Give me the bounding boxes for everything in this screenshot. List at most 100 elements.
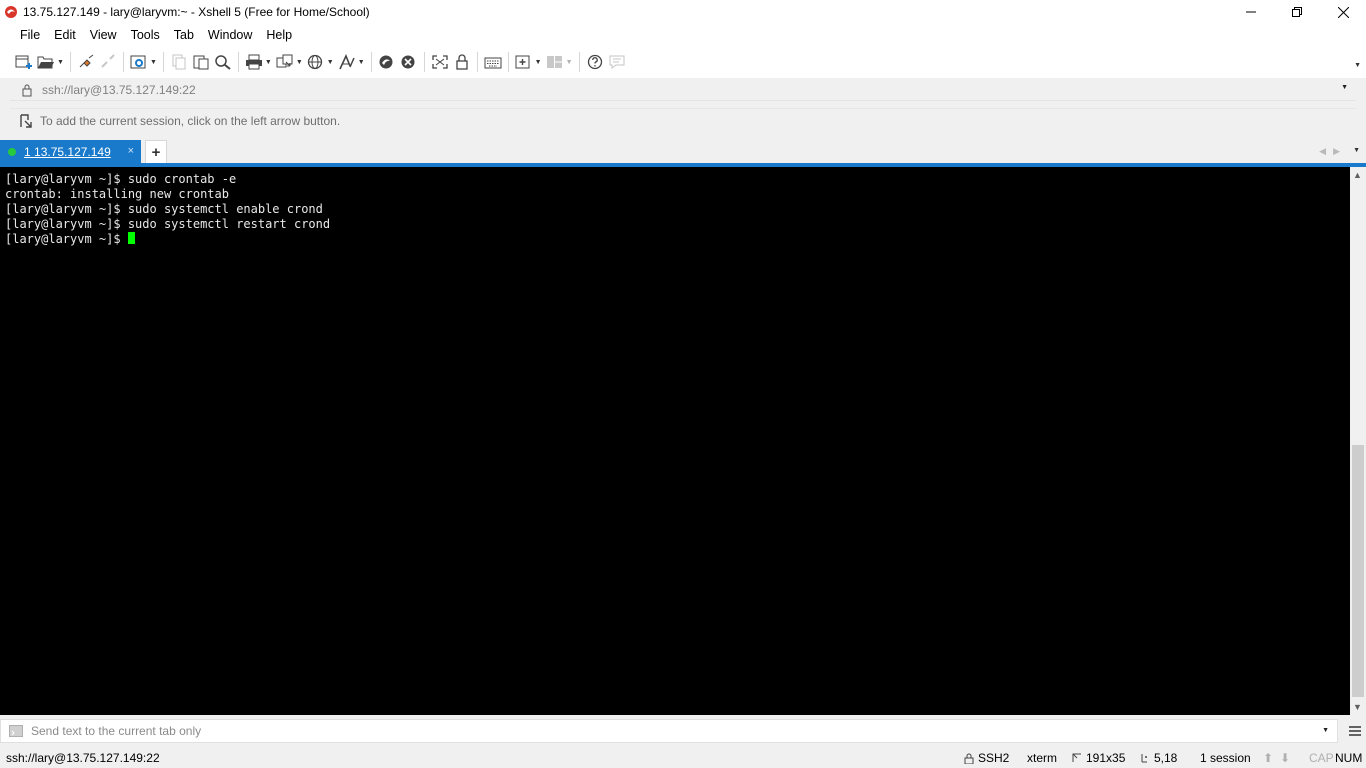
address-text: ssh://lary@13.75.127.149:22	[42, 82, 196, 97]
close-window-button[interactable]	[1320, 0, 1366, 24]
chevron-down-icon[interactable]: ▼	[1341, 84, 1348, 91]
help-button[interactable]	[586, 50, 604, 74]
session-prev-icon[interactable]: ⬆	[1263, 751, 1273, 765]
xmanager-button[interactable]	[400, 50, 418, 74]
window-title: 13.75.127.149 - lary@laryvm:~ - Xshell 5…	[23, 5, 370, 19]
encoding-button[interactable]: ▼	[307, 50, 334, 74]
tab-scroll-right-icon[interactable]: ▶	[1333, 146, 1340, 157]
address-bar[interactable]: ssh://lary@13.75.127.149:22 ▼	[10, 79, 1356, 101]
chevron-down-icon: ▼	[264, 58, 272, 66]
chat-button[interactable]	[608, 50, 626, 74]
session-next-icon[interactable]: ⬇	[1280, 751, 1290, 765]
scroll-down-icon[interactable]: ▼	[1353, 702, 1362, 712]
paste-button[interactable]	[192, 50, 210, 74]
paste-icon	[193, 55, 209, 70]
restore-button[interactable]	[1274, 0, 1320, 24]
tab-close-button[interactable]: ×	[128, 145, 134, 157]
layout-icon	[546, 56, 562, 68]
print-button[interactable]: ▼	[245, 50, 272, 74]
hamburger-menu-icon[interactable]	[1348, 724, 1362, 738]
scrollbar-thumb[interactable]	[1352, 445, 1364, 697]
toolbar-separator	[69, 52, 71, 72]
session-bar: To add the current session, click on the…	[10, 108, 1356, 132]
new-session-button[interactable]	[15, 50, 33, 74]
lock-icon	[455, 54, 468, 70]
layout-button[interactable]: ▼	[546, 50, 573, 74]
lock-icon	[22, 84, 32, 96]
lock-icon	[964, 753, 974, 764]
status-connection: ssh://lary@13.75.127.149:22	[6, 751, 160, 765]
open-button[interactable]: ▼	[37, 50, 64, 74]
globe-icon	[307, 54, 322, 70]
status-cap: CAP	[1309, 751, 1334, 765]
chevron-down-icon: ▼	[565, 58, 573, 66]
tab-scroll-left-icon[interactable]: ◀	[1319, 146, 1326, 157]
menu-edit[interactable]: Edit	[47, 24, 83, 46]
chevron-down-icon[interactable]: ▼	[1322, 727, 1329, 734]
print-icon	[245, 54, 262, 70]
toolbar-overflow-icon[interactable]: ▼	[1354, 62, 1361, 69]
status-bar: ssh://lary@13.75.127.149:22 SSH2 xterm 1…	[0, 747, 1366, 768]
transfer-icon	[276, 54, 293, 68]
new-tab-button[interactable]: ▼	[515, 50, 542, 74]
xmanager-icon	[401, 55, 415, 69]
status-cursor-pos: 5,18	[1140, 751, 1177, 765]
disconnect-icon	[101, 54, 115, 68]
tab-list-icon[interactable]: ▼	[1353, 147, 1360, 154]
font-button[interactable]: ▼	[338, 50, 365, 74]
disconnect-button[interactable]	[99, 50, 117, 74]
add-tab-button[interactable]: +	[145, 140, 167, 164]
menu-tab[interactable]: Tab	[167, 24, 201, 46]
status-protocol-text: SSH2	[978, 751, 1010, 765]
status-num: NUM	[1335, 751, 1363, 765]
scroll-up-icon[interactable]: ▲	[1353, 170, 1362, 180]
menu-window[interactable]: Window	[201, 24, 259, 46]
toolbar-separator	[476, 52, 478, 72]
fullscreen-icon	[431, 55, 448, 69]
compose-icon	[9, 725, 23, 737]
copy-button[interactable]	[170, 50, 188, 74]
minimize-button[interactable]	[1228, 0, 1274, 24]
find-button[interactable]	[214, 50, 232, 74]
keyboard-button[interactable]	[484, 50, 502, 74]
chevron-down-icon: ▼	[534, 58, 542, 66]
status-size-text: 191x35	[1086, 751, 1126, 765]
transfer-button[interactable]: ▼	[276, 50, 303, 74]
terminal-line: crontab: installing new crontab	[5, 187, 229, 201]
tab-session[interactable]: 1 13.75.127.149 ×	[0, 140, 141, 164]
restore-icon	[1292, 7, 1302, 17]
terminal[interactable]: [lary@laryvm ~]$ sudo crontab -e crontab…	[0, 167, 1350, 715]
title-bar: 13.75.127.149 - lary@laryvm:~ - Xshell 5…	[0, 0, 1366, 24]
lock-button[interactable]	[453, 50, 471, 74]
chevron-down-icon: ▼	[295, 58, 303, 66]
add-session-arrow-icon[interactable]	[18, 113, 34, 129]
toolbar-separator	[507, 52, 509, 72]
terminal-prompt: [lary@laryvm ~]$	[5, 232, 128, 246]
xshell-logo-icon	[5, 6, 17, 18]
toolbar-separator	[162, 52, 164, 72]
connect-icon	[79, 54, 94, 68]
toolbar-separator	[423, 52, 425, 72]
send-text-placeholder: Send text to the current tab only	[31, 724, 202, 738]
send-text-input[interactable]: Send text to the current tab only ▼	[0, 719, 1338, 743]
menu-tools[interactable]: Tools	[124, 24, 167, 46]
session-hint: To add the current session, click on the…	[40, 113, 341, 128]
folder-open-icon	[37, 56, 54, 69]
menu-help[interactable]: Help	[259, 24, 299, 46]
terminal-scrollbar[interactable]: ▲ ▼	[1350, 167, 1366, 715]
properties-button[interactable]: ▼	[130, 50, 157, 74]
menu-file[interactable]: File	[13, 24, 47, 46]
window-controls	[1228, 0, 1366, 24]
chevron-down-icon: ▼	[149, 58, 157, 66]
reconnect-button[interactable]	[77, 50, 95, 74]
terminal-line: [lary@laryvm ~]$ sudo systemctl enable c…	[5, 202, 323, 216]
xftp-button[interactable]	[378, 50, 396, 74]
chevron-down-icon: ▼	[326, 58, 334, 66]
terminal-line: [lary@laryvm ~]$ sudo crontab -e	[5, 172, 237, 186]
menu-view[interactable]: View	[83, 24, 124, 46]
toolbar-separator	[122, 52, 124, 72]
chat-icon	[609, 55, 624, 69]
status-cursor-pos-text: 5,18	[1154, 751, 1178, 765]
font-icon	[338, 54, 355, 70]
fullscreen-button[interactable]	[431, 50, 449, 74]
